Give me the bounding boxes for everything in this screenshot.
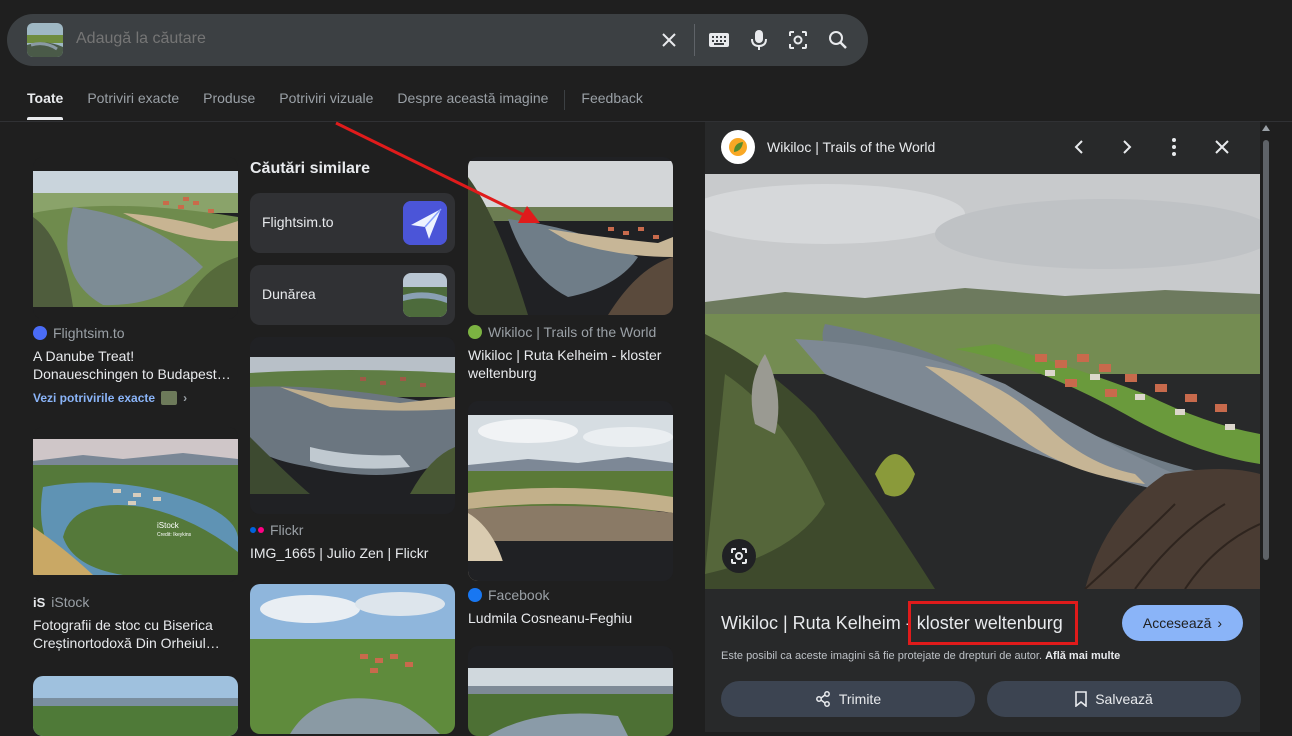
save-label: Salvează <box>1095 691 1153 707</box>
result-title-istock[interactable]: Fotografii de stoc cu Biserica Creștinor… <box>33 616 238 652</box>
result-source-flickr[interactable]: Flickr <box>250 522 303 538</box>
close-icon[interactable] <box>1210 135 1234 159</box>
visit-label: Accesează <box>1142 615 1212 631</box>
result-title-flightsim[interactable]: A Danube Treat! Donaueschingen to Budape… <box>33 347 238 383</box>
panel-preview-image[interactable] <box>705 174 1260 589</box>
scroll-thumb[interactable] <box>1263 140 1269 560</box>
source-label: Flightsim.to <box>53 325 125 341</box>
result-source-flightsim[interactable]: Flightsim.to <box>33 325 125 341</box>
search-image-thumbnail[interactable] <box>27 23 63 57</box>
result-image-facebook[interactable] <box>468 401 673 581</box>
tab-exact-matches[interactable]: Potriviri exacte <box>87 90 179 120</box>
wikiloc-logo-icon <box>721 130 755 164</box>
page-scrollbar[interactable] <box>1260 122 1272 732</box>
exact-matches-label: Vezi potrivirile exacte <box>33 391 156 405</box>
clear-icon[interactable] <box>657 28 681 52</box>
search-divider <box>694 24 695 56</box>
exact-matches-link[interactable]: Vezi potrivirile exacte › <box>33 391 187 405</box>
next-chevron-icon[interactable] <box>1115 135 1139 159</box>
tab-separator <box>564 90 566 110</box>
copyright-notice: Este posibil ca aceste imagini să fie pr… <box>721 650 1120 662</box>
flightsim-favicon-icon <box>33 326 47 340</box>
keyboard-icon[interactable] <box>707 28 731 52</box>
chevron-right-icon: › <box>183 391 188 405</box>
panel-title-prefix: Wikiloc | Ruta Kelheim - <box>721 613 917 633</box>
visit-button[interactable]: Accesează › <box>1122 605 1243 641</box>
result-title-wikiloc[interactable]: Wikiloc | Ruta Kelheim - kloster weltenb… <box>468 346 673 382</box>
learn-more-link[interactable]: Află mai multe <box>1045 650 1120 662</box>
result-source-istock[interactable]: iS iStock <box>33 594 89 610</box>
source-label: iStock <box>51 594 90 610</box>
tab-products[interactable]: Produse <box>203 90 255 120</box>
source-label: Facebook <box>488 587 550 603</box>
result-image-flickr[interactable] <box>250 337 455 514</box>
previous-chevron-icon[interactable] <box>1067 135 1091 159</box>
result-source-facebook[interactable]: Facebook <box>468 587 549 603</box>
similar-chip-dunarea[interactable]: Dunărea <box>250 265 455 325</box>
copyright-text: Este posibil ca aceste imagini să fie pr… <box>721 650 1043 662</box>
chip-label: Dunărea <box>262 286 316 302</box>
result-image-istock[interactable]: iStock Credit: Ikeykins <box>33 427 238 582</box>
result-image-column1-bottom[interactable] <box>33 676 238 736</box>
chip-label: Flightsim.to <box>262 214 334 230</box>
search-bar <box>7 14 868 66</box>
panel-site-name[interactable]: Wikiloc | Trails of the World <box>767 139 935 155</box>
result-title-flickr[interactable]: IMG_1665 | Julio Zen | Flickr <box>250 544 455 562</box>
flickr-favicon-icon <box>250 527 264 533</box>
result-title-facebook[interactable]: Ludmila Cosneanu-Feghiu <box>468 609 673 627</box>
search-icon[interactable] <box>826 28 850 52</box>
chevron-right-icon: › <box>1217 615 1223 631</box>
image-detail-panel: Wikiloc | Trails of the World Wikiloc | … <box>705 122 1260 732</box>
lens-search-icon[interactable] <box>722 539 756 573</box>
share-icon <box>815 691 830 707</box>
more-options-icon[interactable] <box>1162 135 1186 159</box>
dunarea-thumbnail <box>403 273 447 317</box>
search-input[interactable] <box>76 30 636 48</box>
annotation-highlight-box <box>908 601 1078 645</box>
save-button[interactable]: Salvează <box>987 681 1241 717</box>
share-button[interactable]: Trimite <box>721 681 975 717</box>
result-image-column3-bottom[interactable] <box>468 646 673 736</box>
source-label: Wikiloc | Trails of the World <box>488 324 657 340</box>
istock-credit-watermark: Credit: Ikeykins <box>157 532 192 538</box>
lens-camera-icon[interactable] <box>786 28 810 52</box>
wikiloc-favicon-icon <box>468 325 482 339</box>
result-source-wikiloc[interactable]: Wikiloc | Trails of the World <box>468 324 656 340</box>
bookmark-icon <box>1075 691 1088 707</box>
microphone-icon[interactable] <box>747 28 771 52</box>
result-image-flightsim[interactable] <box>33 157 238 319</box>
annotation-arrow <box>335 121 540 223</box>
result-image-column2-bottom[interactable] <box>250 584 455 734</box>
facebook-favicon-icon <box>468 588 482 602</box>
source-label: Flickr <box>270 522 304 538</box>
tab-feedback[interactable]: Feedback <box>581 90 642 120</box>
share-label: Trimite <box>838 691 882 707</box>
tab-all[interactable]: Toate <box>27 90 64 120</box>
scroll-up-arrow-icon[interactable] <box>1262 125 1270 131</box>
istock-watermark: iStock <box>157 521 180 530</box>
exact-match-thumb-icon <box>161 391 178 405</box>
istock-favicon-icon: iS <box>33 594 46 610</box>
